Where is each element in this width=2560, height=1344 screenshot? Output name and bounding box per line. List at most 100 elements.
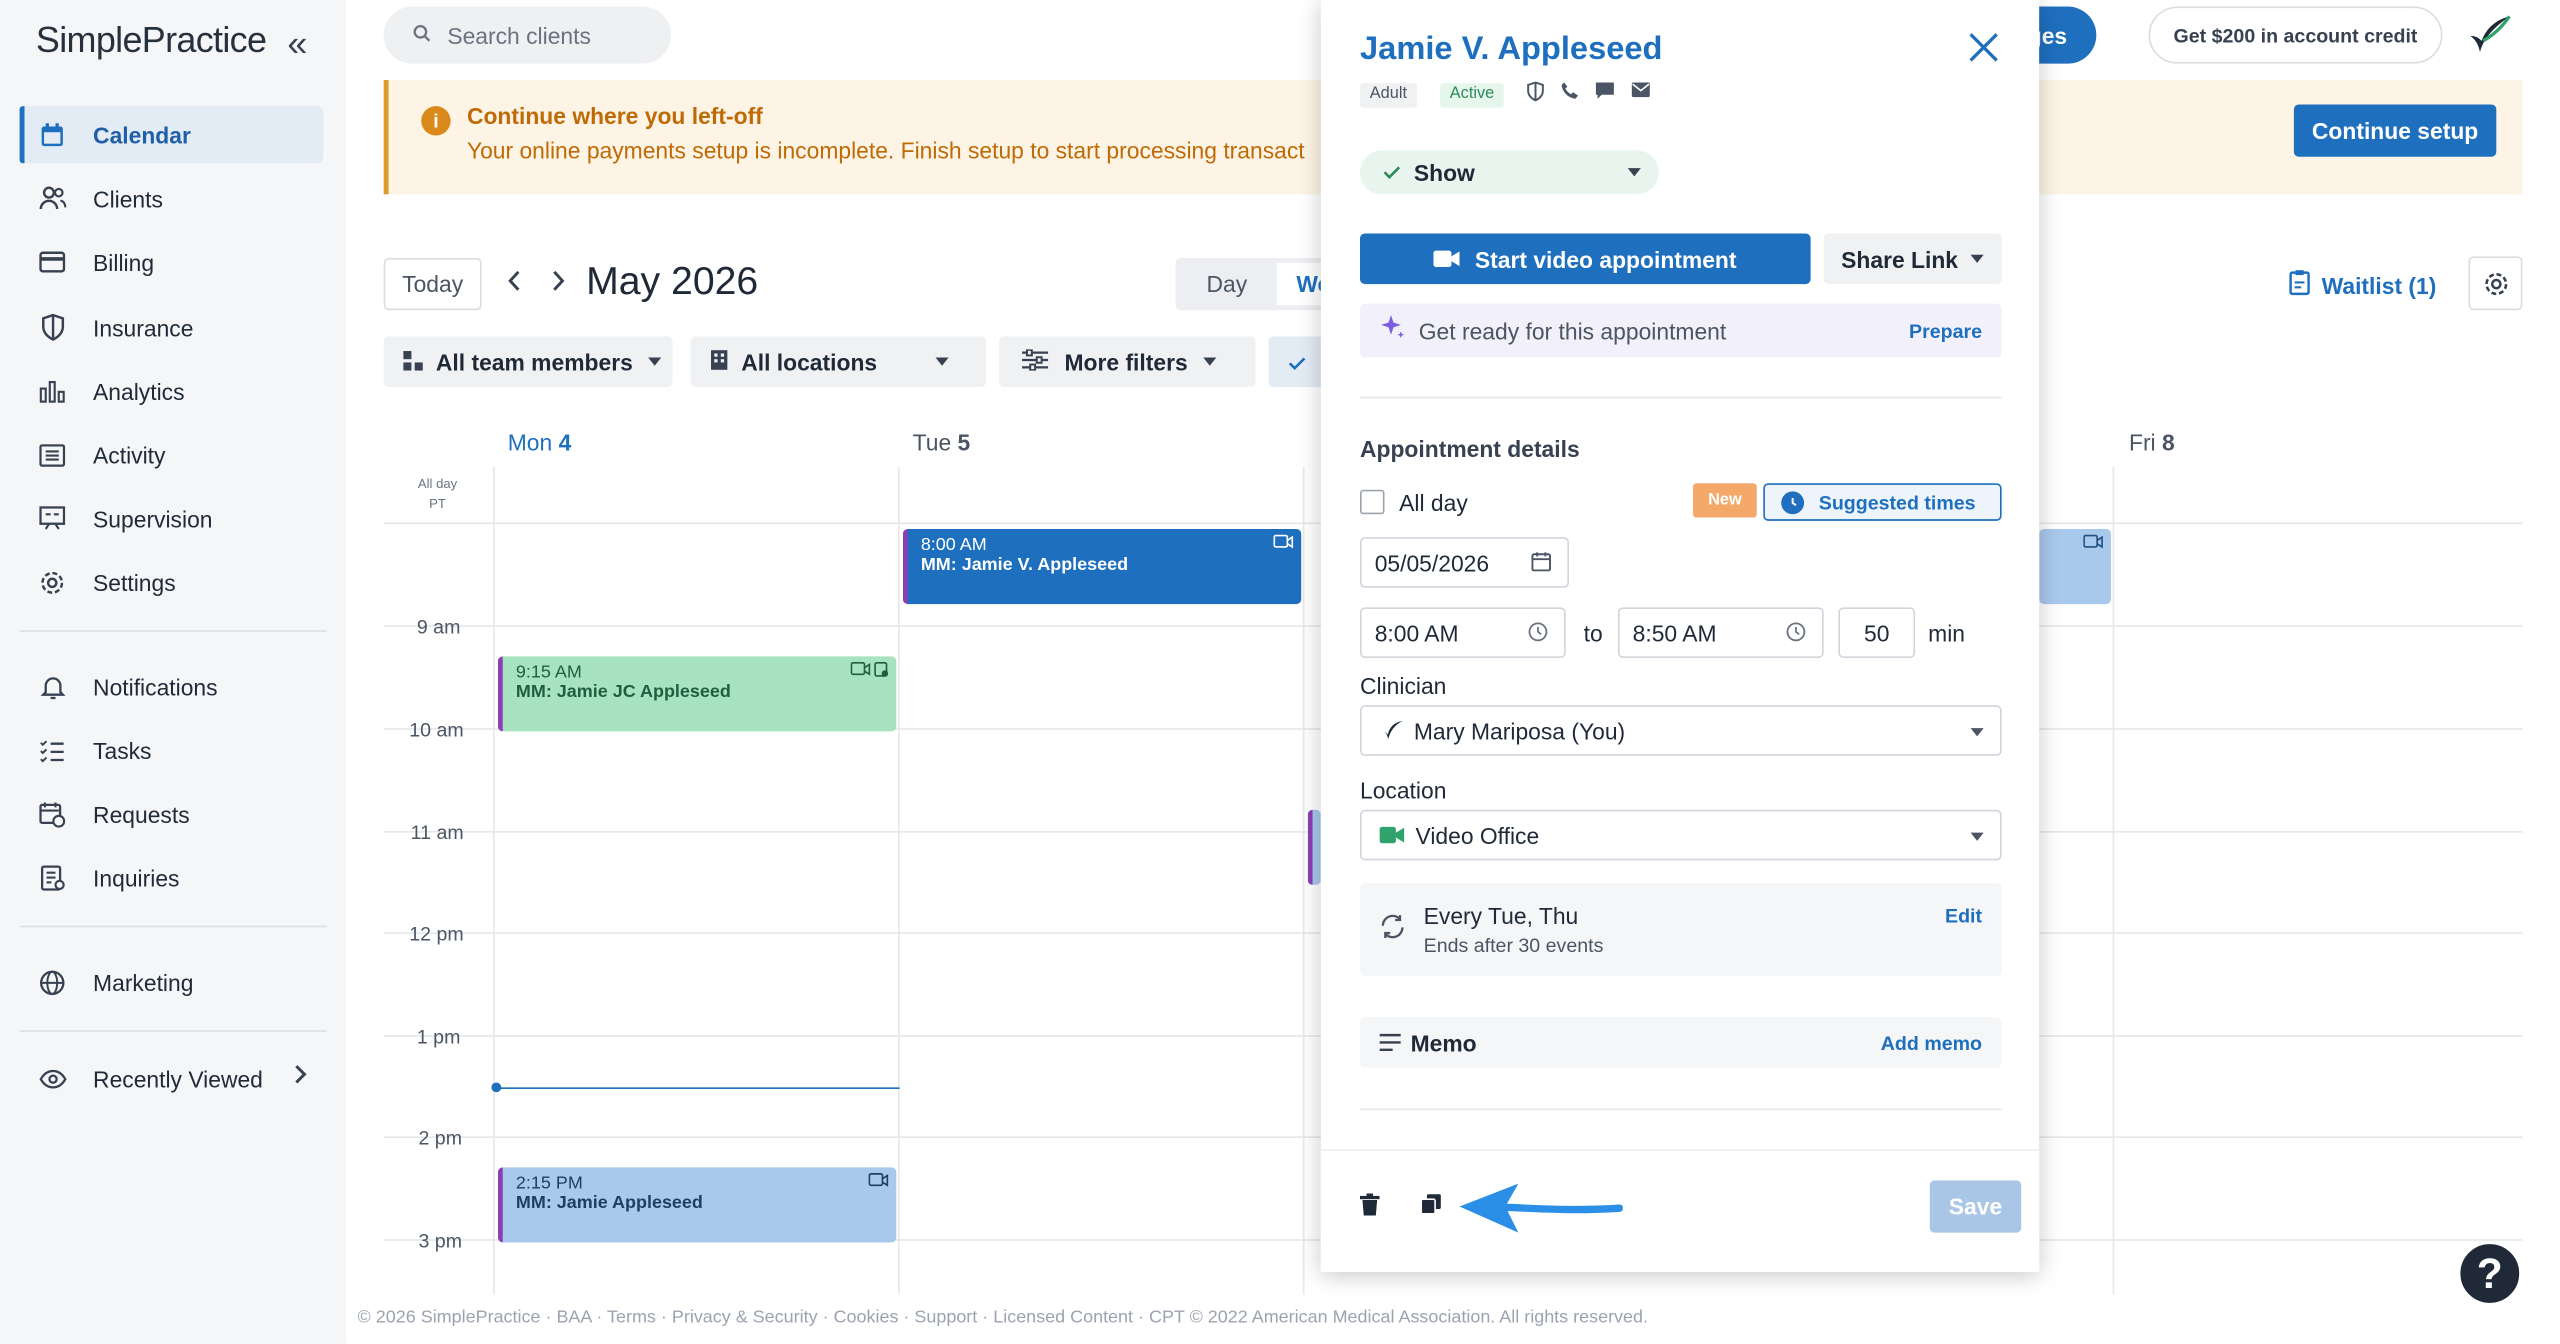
start-time-field[interactable]: 8:00 AM	[1359, 607, 1566, 658]
client-tag-adult: Adult	[1359, 83, 1417, 108]
clinician-label: Clinician	[1359, 672, 1447, 699]
search-input[interactable]: Search clients	[383, 6, 672, 64]
sidebar-item-marketing[interactable]: Marketing	[20, 953, 324, 1010]
account-credit-button[interactable]: Get $200 in account credit	[2148, 6, 2443, 64]
sidebar-item-insurance[interactable]: Insurance	[20, 299, 324, 356]
sidebar-item-inquiries[interactable]: Inquiries	[20, 849, 324, 906]
page-footer: © 2026 SimplePractice · BAA · Terms · Pr…	[357, 1307, 1649, 1328]
sidebar-item-label: Recently Viewed	[93, 1065, 263, 1092]
share-link-label: Share Link	[1841, 245, 1959, 272]
clinician-select[interactable]: Mary Mariposa (You)	[1359, 705, 2002, 756]
prepare-link[interactable]: Prepare	[1909, 320, 1982, 343]
view-tab-day[interactable]: Day	[1207, 271, 1248, 297]
activity-list-icon	[38, 440, 67, 469]
caret-down-icon	[1627, 168, 1641, 177]
sidebar-item-label: Requests	[93, 800, 190, 827]
continue-setup-button[interactable]: Continue setup	[2293, 104, 2497, 157]
client-name-link[interactable]: Jamie V. Appleseed	[1360, 31, 1663, 69]
panel-divider	[1359, 1108, 2002, 1111]
sidebar-item-requests[interactable]: Requests	[20, 785, 324, 842]
sidebar-item-calendar[interactable]: Calendar	[19, 106, 324, 164]
day-header-mon: Mon 4	[507, 429, 572, 456]
today-button[interactable]: Today	[383, 257, 482, 311]
more-filters-button[interactable]: More filters	[999, 336, 1256, 387]
locations-filter[interactable]: All locations	[690, 336, 987, 387]
sidebar-item-billing[interactable]: Billing	[20, 233, 324, 290]
clipboard-icon	[2289, 269, 2310, 300]
share-link-button[interactable]: Share Link	[1823, 233, 2002, 285]
grid-line	[897, 466, 900, 1295]
collapse-sidebar-icon[interactable]: «	[287, 23, 307, 65]
caret-down-icon	[1970, 728, 1984, 737]
clock-icon	[1786, 622, 1806, 646]
message-icon[interactable]	[1595, 82, 1615, 106]
waitlist-button[interactable]: Waitlist (1)	[2289, 269, 2436, 300]
sidebar-item-notifications[interactable]: Notifications	[20, 658, 324, 715]
location-label: Location	[1359, 777, 1447, 804]
sidebar-item-label: Billing	[93, 248, 155, 276]
next-week-icon[interactable]	[550, 264, 566, 302]
team-members-filter[interactable]: All team members	[383, 336, 673, 387]
banner-text: Your online payments setup is incomplete…	[466, 137, 1305, 164]
supervision-icon	[38, 504, 67, 533]
appointment-event[interactable]	[2039, 528, 2112, 605]
date-field[interactable]: 05/05/2026	[1359, 537, 1569, 588]
panel-divider	[1359, 396, 2002, 399]
allday-checkbox[interactable]	[1359, 489, 1385, 515]
sidebar-item-settings[interactable]: Settings	[20, 553, 324, 610]
sidebar-item-analytics[interactable]: Analytics	[20, 362, 324, 419]
video-icon	[1273, 534, 1294, 557]
calendar-picker-icon[interactable]	[1531, 552, 1552, 576]
appointment-event[interactable]	[1307, 809, 1321, 885]
recurrence-box: Every Tue, Thu Ends after 30 events Edit	[1359, 883, 2002, 977]
sidebar-item-activity[interactable]: Activity	[20, 426, 324, 483]
help-button[interactable]: ?	[2457, 1240, 2523, 1307]
appointment-status-select[interactable]: Show	[1359, 150, 1659, 195]
filter-label: All team members	[435, 348, 633, 375]
calendar-settings-icon[interactable]	[2468, 256, 2523, 311]
phone-icon[interactable]	[1561, 82, 1579, 106]
day-header-tue: Tue 5	[912, 429, 971, 456]
client-tag-active: Active	[1439, 83, 1505, 108]
sidebar-item-supervision[interactable]: Supervision	[20, 490, 324, 547]
appointment-event[interactable]: 2:15 PM MM: Jamie Appleseed	[497, 1167, 897, 1243]
start-video-button[interactable]: Start video appointment	[1359, 233, 1811, 285]
sidebar-item-label: Settings	[93, 568, 176, 596]
trash-icon[interactable]	[1359, 1193, 1380, 1221]
annotation-arrow-icon	[1456, 1180, 1624, 1247]
location-select[interactable]: Video Office	[1359, 809, 2002, 861]
appointment-event[interactable]: 9:15 AM MM: Jamie JC Appleseed	[497, 656, 897, 732]
waitlist-label: Waitlist (1)	[2321, 271, 2437, 298]
location-value: Video Office	[1415, 822, 1540, 849]
sidebar-divider	[19, 630, 327, 632]
sidebar-item-label: Analytics	[93, 377, 185, 405]
copy-icon[interactable]	[1420, 1193, 1441, 1219]
gear-icon	[38, 567, 67, 596]
prepare-text: Get ready for this appointment	[1418, 317, 1727, 344]
duration-field[interactable]: 50	[1838, 607, 1916, 658]
calendar-icon	[38, 120, 67, 149]
email-icon[interactable]	[1631, 82, 1651, 106]
eye-icon	[38, 1064, 67, 1093]
grid-line	[2112, 466, 2115, 1295]
close-icon[interactable]	[1967, 26, 2000, 72]
suggested-times-button[interactable]: Suggested times	[1763, 483, 2002, 521]
memo-lines-icon	[1379, 1030, 1401, 1056]
save-button[interactable]: Save	[1929, 1180, 2022, 1233]
appointment-panel: Jamie V. Appleseed Adult Active Show Sta…	[1320, 0, 2040, 1272]
sidebar-item-recently-viewed[interactable]: Recently Viewed	[20, 1050, 324, 1107]
prev-week-icon[interactable]	[506, 264, 522, 302]
video-icon	[2083, 534, 2104, 557]
time-label: 3 pm	[418, 1229, 463, 1253]
sidebar-item-clients[interactable]: Clients	[20, 170, 324, 227]
add-memo-link[interactable]: Add memo	[1881, 1032, 1982, 1055]
end-time-field[interactable]: 8:50 AM	[1617, 607, 1824, 658]
shield-icon[interactable]	[1527, 81, 1545, 106]
new-badge: New	[1693, 483, 1757, 518]
appointment-event-selected[interactable]: 8:00 AM MM: Jamie V. Appleseed	[902, 528, 1302, 605]
avatar[interactable]	[2467, 13, 2516, 67]
filter-label: All locations	[741, 348, 878, 375]
sidebar-item-label: Marketing	[93, 968, 194, 996]
edit-recurrence-link[interactable]: Edit	[1945, 904, 1982, 927]
sidebar-item-tasks[interactable]: Tasks	[20, 722, 324, 779]
